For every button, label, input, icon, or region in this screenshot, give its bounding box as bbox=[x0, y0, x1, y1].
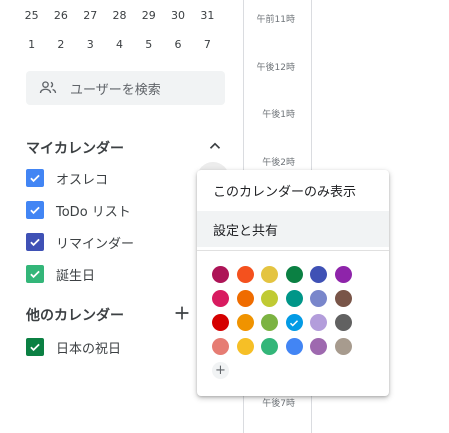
calendar-label: オスレコ bbox=[56, 172, 109, 188]
check-icon bbox=[30, 238, 40, 247]
color-swatch-selected[interactable] bbox=[285, 314, 303, 331]
color-swatch[interactable] bbox=[334, 338, 352, 355]
color-swatch[interactable] bbox=[236, 314, 254, 331]
mini-calendar-day[interactable]: 28 bbox=[105, 9, 134, 22]
mini-calendar-day[interactable]: 2 bbox=[46, 38, 75, 51]
color-swatch[interactable] bbox=[261, 338, 278, 355]
check-icon bbox=[30, 206, 40, 215]
calendar-label: リマインダー bbox=[56, 236, 135, 252]
checkbox[interactable] bbox=[26, 169, 44, 187]
color-swatch[interactable] bbox=[212, 290, 229, 307]
color-swatch[interactable] bbox=[261, 266, 278, 283]
mini-calendar-day[interactable]: 7 bbox=[193, 38, 222, 51]
search-placeholder: ユーザーを検索 bbox=[70, 82, 161, 98]
mini-calendar-day[interactable]: 29 bbox=[134, 9, 163, 22]
display-this-only-menu-item[interactable]: このカレンダーのみ表示 bbox=[197, 172, 389, 208]
color-row bbox=[212, 266, 372, 290]
calendar-item-japan-holidays[interactable]: 日本の祝日 bbox=[26, 337, 121, 357]
color-swatch[interactable] bbox=[334, 314, 352, 331]
search-users-input[interactable]: ユーザーを検索 bbox=[26, 71, 225, 105]
time-label: 午後7時 bbox=[262, 399, 295, 409]
check-icon bbox=[30, 270, 40, 279]
checkbox[interactable] bbox=[26, 201, 44, 219]
settings-and-sharing-menu-item[interactable]: 設定と共有 bbox=[197, 211, 389, 247]
menu-item-label: 設定と共有 bbox=[213, 223, 279, 239]
menu-item-label: このカレンダーのみ表示 bbox=[213, 184, 357, 200]
mini-calendar-week-1: 25 26 27 28 29 30 31 bbox=[17, 9, 222, 22]
calendar-item-birthdays[interactable]: 誕生日 bbox=[26, 264, 95, 284]
check-icon bbox=[30, 343, 40, 352]
color-palette: + bbox=[212, 266, 372, 386]
mini-calendar-week-2: 1 2 3 4 5 6 7 bbox=[17, 38, 222, 51]
chevron-up-icon[interactable] bbox=[206, 137, 224, 155]
menu-divider bbox=[197, 250, 389, 251]
time-label: 午後1時 bbox=[262, 110, 295, 120]
mini-calendar-day[interactable]: 25 bbox=[17, 9, 46, 22]
mini-calendar-day[interactable]: 27 bbox=[76, 9, 105, 22]
time-label: 午後2時 bbox=[262, 158, 295, 168]
color-swatch[interactable] bbox=[212, 338, 229, 355]
color-row bbox=[212, 290, 372, 314]
add-calendar-icon[interactable] bbox=[171, 302, 193, 324]
color-row bbox=[212, 338, 372, 362]
calendar-label: 日本の祝日 bbox=[56, 341, 122, 357]
calendar-options-menu: このカレンダーのみ表示 設定と共有 + bbox=[197, 170, 389, 396]
calendar-item-osureko[interactable]: オスレコ bbox=[26, 168, 108, 188]
mini-calendar-day[interactable]: 26 bbox=[46, 9, 75, 22]
mini-calendar-day[interactable]: 5 bbox=[134, 38, 163, 51]
color-row bbox=[212, 314, 372, 338]
color-swatch[interactable] bbox=[236, 266, 254, 283]
check-icon bbox=[289, 319, 299, 327]
calendar-label: 誕生日 bbox=[56, 268, 96, 284]
color-swatch[interactable] bbox=[334, 266, 352, 283]
my-calendars-title[interactable]: マイカレンダー bbox=[26, 138, 124, 158]
calendar-label: ToDo リスト bbox=[56, 204, 131, 220]
time-label: 午前11時 bbox=[256, 15, 295, 25]
checkbox[interactable] bbox=[26, 233, 44, 251]
color-swatch[interactable] bbox=[310, 314, 327, 331]
color-swatch[interactable] bbox=[310, 266, 327, 283]
color-row: + bbox=[212, 362, 372, 386]
mini-calendar-day[interactable]: 1 bbox=[17, 38, 46, 51]
time-label: 午後12時 bbox=[256, 63, 295, 73]
color-swatch[interactable] bbox=[310, 290, 327, 307]
calendar-item-todo[interactable]: ToDo リスト bbox=[26, 200, 131, 220]
color-swatch[interactable] bbox=[261, 314, 278, 331]
mini-calendar-day[interactable]: 4 bbox=[105, 38, 134, 51]
color-swatch[interactable] bbox=[236, 338, 254, 355]
other-calendars-title[interactable]: 他のカレンダー bbox=[26, 305, 124, 325]
mini-calendar-day[interactable]: 3 bbox=[76, 38, 105, 51]
color-swatch[interactable] bbox=[285, 266, 303, 283]
people-icon bbox=[39, 81, 57, 94]
color-swatch[interactable] bbox=[310, 338, 327, 355]
mini-calendar-day[interactable]: 6 bbox=[163, 38, 192, 51]
color-swatch[interactable] bbox=[212, 314, 229, 331]
color-swatch[interactable] bbox=[236, 290, 254, 307]
color-swatch[interactable] bbox=[212, 266, 229, 283]
color-swatch[interactable] bbox=[261, 290, 278, 307]
checkbox[interactable] bbox=[26, 338, 44, 356]
checkbox[interactable] bbox=[26, 265, 44, 283]
color-swatch[interactable] bbox=[285, 290, 303, 307]
color-swatch[interactable] bbox=[285, 338, 303, 355]
mini-calendar-day[interactable]: 30 bbox=[163, 9, 192, 22]
calendar-item-reminders[interactable]: リマインダー bbox=[26, 232, 134, 252]
add-custom-color-button[interactable]: + bbox=[212, 362, 229, 379]
color-swatch[interactable] bbox=[334, 290, 352, 307]
mini-calendar-day[interactable]: 31 bbox=[193, 9, 222, 22]
check-icon bbox=[30, 174, 40, 183]
